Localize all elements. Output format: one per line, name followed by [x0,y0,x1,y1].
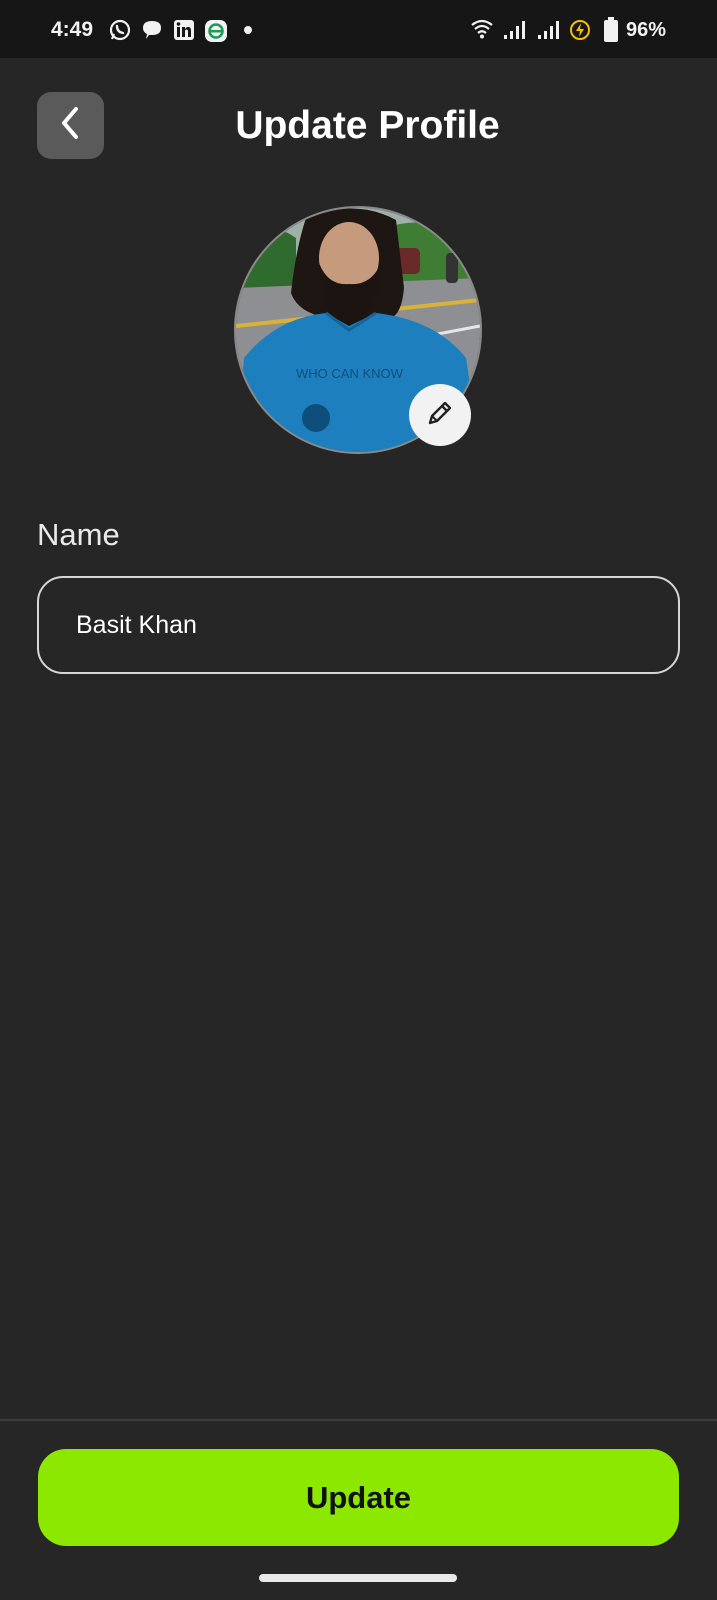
name-field[interactable] [37,576,680,674]
page-title: Update Profile [235,104,500,147]
battery-percentage: 96% [626,19,667,41]
linkedin-icon [173,19,195,46]
battery-saver-icon [569,19,591,46]
pencil-icon [425,398,455,433]
battery-icon [603,17,619,48]
wifi-icon [470,18,494,45]
divider [0,1419,717,1421]
app-e-icon [204,19,228,48]
edit-avatar-button[interactable] [409,384,471,446]
signal-icon [503,19,527,46]
signal-icon [537,19,561,46]
svg-text:WHO CAN KNOW: WHO CAN KNOW [296,366,404,381]
status-bar: 4:49 96% [0,0,717,58]
update-button[interactable]: Update [38,1449,679,1546]
notification-dot [244,26,252,34]
home-indicator[interactable] [259,1574,457,1582]
chat-icon [141,19,163,46]
status-time: 4:49 [51,18,94,41]
whatsapp-icon [109,19,131,46]
name-label: Name [37,517,120,552]
